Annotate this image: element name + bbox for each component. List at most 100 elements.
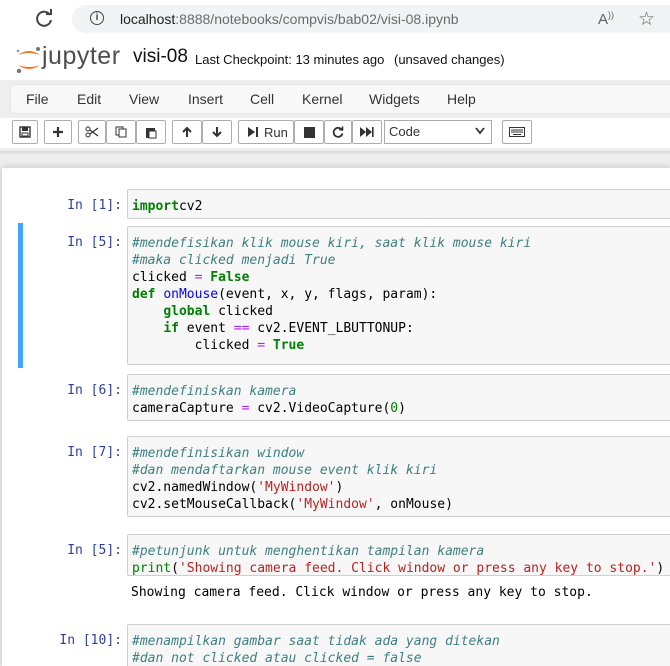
menu-cell[interactable]: Cell (250, 91, 274, 107)
keyboard-icon (509, 127, 525, 137)
move-up-button[interactable] (172, 120, 202, 144)
run-button[interactable]: Run (238, 120, 294, 144)
save-icon (19, 126, 31, 138)
code-token: ( (171, 561, 179, 576)
paste-button[interactable] (136, 120, 166, 144)
site-info-icon[interactable]: i (90, 11, 104, 25)
code-line: global clicked (132, 303, 670, 320)
arrow-down-icon (212, 127, 222, 138)
code-line: def onMouse(event, x, y, flags, param): (132, 286, 670, 303)
code-line: if event == cv2.EVENT_LBUTTONUP: (132, 320, 670, 337)
code-editor[interactable]: #mendefiniskan kamera cameraCapture = cv2… (127, 374, 670, 421)
fast-forward-icon (360, 127, 374, 137)
code-token: event (178, 321, 234, 336)
code-token: def (132, 287, 156, 302)
checkpoint-status: Last Checkpoint: 13 minutes ago (195, 52, 385, 67)
interrupt-kernel-button[interactable] (294, 120, 324, 144)
code-editor[interactable]: #petunjunk untuk menghentikan tampilan k… (127, 534, 670, 576)
read-aloud-icon[interactable]: A)) (598, 10, 614, 28)
code-editor[interactable]: #menampilkan gambar saat tidak ada yang … (127, 624, 670, 666)
jupyter-header: jupyter visi-08 Last Checkpoint: 13 minu… (0, 38, 670, 80)
code-token: #maka clicked menjadi True (132, 253, 336, 268)
code-cell[interactable]: In [5]: #mendefisikan klik mouse kiri, sa… (18, 223, 670, 368)
code-editor[interactable]: importcv2 (127, 189, 670, 219)
stop-icon (303, 126, 315, 138)
autosave-status: (unsaved changes) (394, 52, 505, 67)
input-prompt: In [1]: (67, 198, 122, 213)
code-line: cv2.setMouseCallback('MyWindow', onMouse… (132, 496, 670, 513)
cell-type-select[interactable]: Code (384, 120, 492, 144)
code-token: cv2.setMouseCallback( (132, 497, 297, 512)
copy-button[interactable] (106, 120, 136, 144)
code-cell[interactable]: In [5]: #petunjunk untuk menghentikan tam… (18, 534, 670, 610)
code-line: cameraCapture = cv2.VideoCapture(0) (132, 400, 670, 417)
code-token: 0 (390, 401, 399, 416)
step-forward-icon (248, 127, 258, 137)
save-button[interactable] (12, 120, 38, 144)
code-cell[interactable]: In [7]: #mendefinisikan window #dan mendaf… (18, 436, 670, 517)
code-token: import (132, 199, 179, 214)
notebook-name[interactable]: visi-08 (133, 46, 188, 68)
code-line: #maka clicked menjadi True (132, 252, 670, 269)
chevron-down-icon (475, 127, 485, 135)
restart-run-all-button[interactable] (352, 120, 382, 144)
menu-edit[interactable]: Edit (77, 91, 101, 107)
code-token: onMouse (163, 287, 219, 302)
input-prompt: In [10]: (59, 633, 122, 648)
copy-icon (115, 126, 127, 138)
code-cell[interactable]: In [6]: #mendefiniskan kamera cameraCaptur… (18, 374, 670, 421)
restart-kernel-button[interactable] (324, 120, 352, 144)
menu-insert[interactable]: Insert (188, 91, 223, 107)
input-prompt: In [6]: (67, 383, 122, 398)
code-editor[interactable]: #mendefisikan klik mouse kiri, saat klik… (127, 226, 670, 365)
jupyter-logo-text[interactable]: jupyter (42, 42, 121, 71)
arrow-up-icon (182, 126, 192, 137)
code-cell[interactable]: In [10]: #menampilkan gambar saat tidak a… (18, 624, 670, 666)
code-token: #dan mendaftarkan mouse event klik kiri (132, 463, 438, 478)
jupyter-logo-icon[interactable] (14, 46, 44, 74)
code-line: #mendefiniskan kamera (132, 383, 670, 400)
code-token: 'Showing camera feed. Click window or pr… (178, 561, 657, 576)
code-token: #mendefisikan klik mouse kiri, saat klik… (132, 236, 532, 251)
menu-widgets[interactable]: Widgets (369, 91, 420, 107)
input-prompt: In [5]: (67, 235, 122, 250)
insert-cell-button[interactable] (44, 120, 72, 144)
code-token: == (233, 321, 250, 336)
url-text[interactable]: localhost:8888/notebooks/compvis/bab02/v… (120, 11, 459, 27)
toolbar: Run Code (0, 118, 670, 148)
toolbar-shadow (0, 151, 670, 155)
code-token: cv2.namedWindow( (132, 480, 258, 495)
bookmark-star-icon[interactable]: ☆ (638, 8, 655, 31)
code-editor[interactable]: #mendefinisikan window #dan mendaftarkan … (127, 436, 670, 517)
code-line: #menampilkan gambar saat tidak ada yang … (132, 633, 670, 650)
menu-help[interactable]: Help (447, 91, 476, 107)
code-token: cv2 (178, 199, 203, 214)
code-line: clicked = True (132, 337, 670, 354)
url-bar[interactable]: i localhost:8888/notebooks/compvis/bab02… (72, 5, 670, 33)
restart-icon (332, 126, 344, 138)
menu-kernel[interactable]: Kernel (302, 91, 342, 107)
command-palette-button[interactable] (502, 120, 532, 144)
url-path: :8888/notebooks/compvis/bab02/visi-08.ip… (175, 11, 459, 27)
code-token: clicked (132, 270, 195, 285)
code-token: #menampilkan gambar saat tidak ada yang … (132, 634, 500, 649)
cell-type-value: Code (389, 124, 421, 139)
code-token: print (132, 561, 172, 576)
cut-button[interactable] (78, 120, 106, 144)
code-token: cv2.VideoCapture( (249, 401, 391, 416)
cell-output: Showing camera feed. Click window or pre… (131, 585, 593, 600)
paste-icon (146, 127, 157, 138)
menu-bar: File Edit View Insert Cell Kernel Widget… (10, 84, 670, 114)
move-down-button[interactable] (202, 120, 232, 144)
code-line: #dan mendaftarkan mouse event klik kiri (132, 462, 670, 479)
code-line: clicked = False (132, 269, 670, 286)
code-cell[interactable]: In [1]: importcv2 (18, 189, 670, 219)
code-token: if (163, 321, 179, 336)
reload-icon[interactable] (32, 7, 56, 31)
menu-file[interactable]: File (26, 91, 49, 107)
code-token: global (163, 304, 211, 319)
code-token: #petunjunk untuk menghentikan tampilan k… (132, 544, 485, 559)
menu-view[interactable]: View (129, 91, 159, 107)
